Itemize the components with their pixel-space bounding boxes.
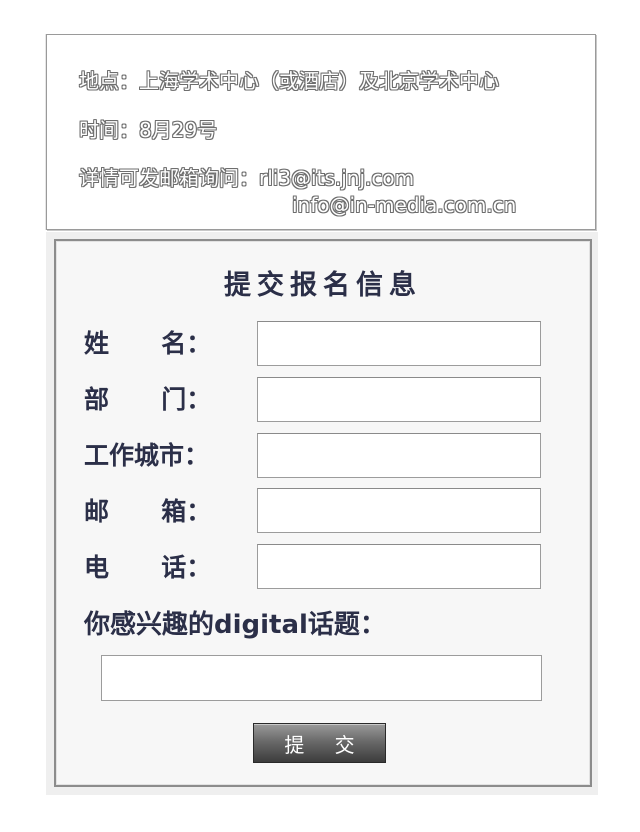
contact-email-text: 详情可发邮箱询问：rli3@its.jnj.com — [79, 166, 415, 190]
email-input[interactable] — [257, 488, 541, 533]
event-time-text: 时间：8月29号 — [79, 118, 218, 142]
phone-input[interactable] — [257, 544, 541, 589]
event-info-box: 地点：上海学术中心（或酒店）及北京学术中心 时间：8月29号 详情可发邮箱询问：… — [46, 34, 596, 230]
form-title: 提交报名信息 — [224, 270, 422, 301]
event-location-text: 地点：上海学术中心（或酒店）及北京学术中心 — [79, 69, 499, 93]
registration-form: 提交报名信息 姓 名： 部 门： 工作城市： 邮 箱： 电 话： 你感兴趣的di… — [54, 239, 592, 787]
work-city-label: 工作城市： — [84, 441, 210, 470]
topic-label: 你感兴趣的digital话题： — [84, 610, 386, 640]
email-label: 邮 箱： — [84, 497, 212, 526]
department-label: 部 门： — [84, 385, 212, 414]
submit-button[interactable]: 提 交 — [253, 723, 386, 763]
topic-input[interactable] — [101, 655, 542, 701]
phone-label: 电 话： — [84, 553, 212, 582]
contact-email-secondary-text: info@in-media.com.cn — [292, 193, 517, 217]
work-city-input[interactable] — [257, 433, 541, 478]
name-label: 姓 名： — [84, 329, 212, 358]
name-input[interactable] — [257, 321, 541, 366]
department-input[interactable] — [257, 377, 541, 422]
